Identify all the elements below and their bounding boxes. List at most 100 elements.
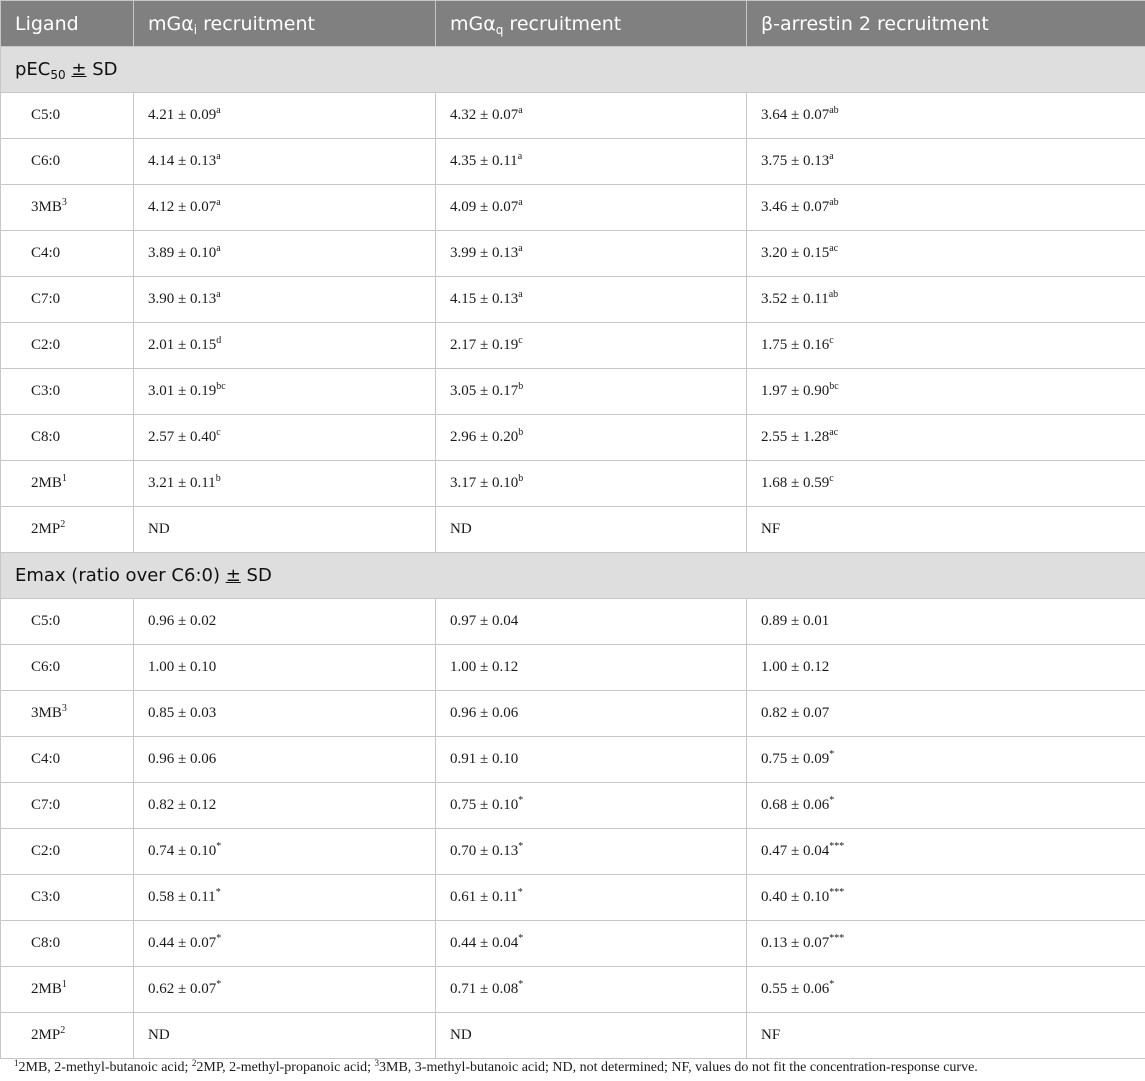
- cell-ligand: C6:0: [0, 644, 134, 691]
- table-row: 2MB1 0.62 ± 0.07* 0.71 ± 0.08* 0.55 ± 0.06*: [0, 966, 1145, 1013]
- cell-gaq: 3.05 ± 0.17b: [435, 368, 747, 415]
- cell-gaq: 0.44 ± 0.04*: [435, 920, 747, 967]
- cell-gai: 0.62 ± 0.07*: [133, 966, 436, 1013]
- cell-gai: 0.85 ± 0.03: [133, 690, 436, 737]
- section-pec50: pEC50 ± SD: [0, 46, 1145, 93]
- cell-gai: 1.00 ± 0.10: [133, 644, 436, 691]
- cell-gai: 3.90 ± 0.13a: [133, 276, 436, 323]
- cell-ligand: C8:0: [0, 414, 134, 461]
- cell-gai: 0.82 ± 0.12: [133, 782, 436, 829]
- table-row: 2MB1 3.21 ± 0.11b 3.17 ± 0.10b 1.68 ± 0.59c: [0, 460, 1145, 507]
- cell-ligand: 3MB3: [0, 184, 134, 231]
- cell-gaq: 0.97 ± 0.04: [435, 598, 747, 645]
- cell-ligand: C4:0: [0, 736, 134, 783]
- cell-ligand: C8:0: [0, 920, 134, 967]
- table-row: C7:0 3.90 ± 0.13a 4.15 ± 0.13a 3.52 ± 0.11a…: [0, 276, 1145, 323]
- table-row: C7:0 0.82 ± 0.12 0.75 ± 0.10* 0.68 ± 0.06*: [0, 782, 1145, 829]
- cell-barrestin: 0.40 ± 0.10***: [746, 874, 1145, 921]
- cell-gai: 4.12 ± 0.07a: [133, 184, 436, 231]
- table-footnote: 12MB, 2-methyl-butanoic acid; 22MP, 2-me…: [14, 1058, 978, 1076]
- cell-gaq: 4.15 ± 0.13a: [435, 276, 747, 323]
- cell-ligand: C5:0: [0, 598, 134, 645]
- cell-ligand: 2MP2: [0, 1012, 134, 1059]
- cell-gaq: 4.35 ± 0.11a: [435, 138, 747, 185]
- table-row: 3MB3 4.12 ± 0.07a 4.09 ± 0.07a 3.46 ± 0.07a…: [0, 184, 1145, 231]
- table-row: C6:0 1.00 ± 0.10 1.00 ± 0.12 1.00 ± 0.12: [0, 644, 1145, 691]
- cell-gai: 2.57 ± 0.40c: [133, 414, 436, 461]
- cell-barrestin: 3.52 ± 0.11ab: [746, 276, 1145, 323]
- cell-gaq: 0.71 ± 0.08*: [435, 966, 747, 1013]
- cell-gaq: ND: [435, 506, 747, 553]
- cell-gaq: 2.17 ± 0.19c: [435, 322, 747, 369]
- section-pec50-label: pEC50 ± SD: [0, 46, 1145, 93]
- cell-gaq: 1.00 ± 0.12: [435, 644, 747, 691]
- cell-gai: 4.21 ± 0.09a: [133, 92, 436, 139]
- cell-barrestin: 0.75 ± 0.09*: [746, 736, 1145, 783]
- table-row: 2MP2 ND ND NF: [0, 1012, 1145, 1059]
- cell-gaq: 3.17 ± 0.10b: [435, 460, 747, 507]
- table-row: C6:0 4.14 ± 0.13a 4.35 ± 0.11a 3.75 ± 0.13a: [0, 138, 1145, 185]
- header-row: Ligand mGαi recruitment mGαq recruitment…: [0, 0, 1145, 47]
- cell-ligand: 2MB1: [0, 966, 134, 1013]
- header-ligand: Ligand: [0, 0, 134, 47]
- cell-ligand: C6:0: [0, 138, 134, 185]
- section-emax-label: Emax (ratio over C6:0) ± SD: [0, 552, 1145, 599]
- cell-ligand: C7:0: [0, 782, 134, 829]
- table-row: C4:0 3.89 ± 0.10a 3.99 ± 0.13a 3.20 ± 0.15a…: [0, 230, 1145, 277]
- cell-gai: 3.89 ± 0.10a: [133, 230, 436, 277]
- cell-barrestin: 1.68 ± 0.59c: [746, 460, 1145, 507]
- table-row: C2:0 0.74 ± 0.10* 0.70 ± 0.13* 0.47 ± 0.04*…: [0, 828, 1145, 875]
- cell-ligand: C2:0: [0, 828, 134, 875]
- cell-ligand: 3MB3: [0, 690, 134, 737]
- cell-barrestin: 0.55 ± 0.06*: [746, 966, 1145, 1013]
- cell-gaq: 0.75 ± 0.10*: [435, 782, 747, 829]
- cell-gai: 0.96 ± 0.02: [133, 598, 436, 645]
- table-row: C2:0 2.01 ± 0.15d 2.17 ± 0.19c 1.75 ± 0.16c: [0, 322, 1145, 369]
- cell-gaq: ND: [435, 1012, 747, 1059]
- cell-ligand: C3:0: [0, 874, 134, 921]
- table-row: 3MB3 0.85 ± 0.03 0.96 ± 0.06 0.82 ± 0.07: [0, 690, 1145, 737]
- cell-ligand: C5:0: [0, 92, 134, 139]
- table-row: C8:0 2.57 ± 0.40c 2.96 ± 0.20b 2.55 ± 1.28a…: [0, 414, 1145, 461]
- table-row: C3:0 0.58 ± 0.11* 0.61 ± 0.11* 0.40 ± 0.10*…: [0, 874, 1145, 921]
- cell-barrestin: 2.55 ± 1.28ac: [746, 414, 1145, 461]
- header-barrestin: β-arrestin 2 recruitment: [746, 0, 1145, 47]
- cell-barrestin: 3.64 ± 0.07ab: [746, 92, 1145, 139]
- cell-gaq: 3.99 ± 0.13a: [435, 230, 747, 277]
- cell-ligand: 2MP2: [0, 506, 134, 553]
- cell-gaq: 4.09 ± 0.07a: [435, 184, 747, 231]
- table-row: C3:0 3.01 ± 0.19bc 3.05 ± 0.17b 1.97 ± 0.90…: [0, 368, 1145, 415]
- cell-gai: ND: [133, 506, 436, 553]
- cell-gai: 0.58 ± 0.11*: [133, 874, 436, 921]
- cell-barrestin: 0.82 ± 0.07: [746, 690, 1145, 737]
- table-row: C4:0 0.96 ± 0.06 0.91 ± 0.10 0.75 ± 0.09*: [0, 736, 1145, 783]
- cell-gai: 3.21 ± 0.11b: [133, 460, 436, 507]
- cell-ligand: C3:0: [0, 368, 134, 415]
- cell-gai: 3.01 ± 0.19bc: [133, 368, 436, 415]
- cell-gai: 2.01 ± 0.15d: [133, 322, 436, 369]
- cell-barrestin: 1.97 ± 0.90bc: [746, 368, 1145, 415]
- cell-gaq: 0.91 ± 0.10: [435, 736, 747, 783]
- table-row: C5:0 4.21 ± 0.09a 4.32 ± 0.07a 3.64 ± 0.07a…: [0, 92, 1145, 139]
- cell-gaq: 0.96 ± 0.06: [435, 690, 747, 737]
- table-row: 2MP2 ND ND NF: [0, 506, 1145, 553]
- cell-barrestin: 0.89 ± 0.01: [746, 598, 1145, 645]
- cell-gaq: 0.70 ± 0.13*: [435, 828, 747, 875]
- cell-ligand: C2:0: [0, 322, 134, 369]
- cell-gai: 4.14 ± 0.13a: [133, 138, 436, 185]
- cell-gaq: 4.32 ± 0.07a: [435, 92, 747, 139]
- cell-barrestin: 1.00 ± 0.12: [746, 644, 1145, 691]
- cell-ligand: 2MB1: [0, 460, 134, 507]
- cell-barrestin: NF: [746, 506, 1145, 553]
- cell-gaq: 0.61 ± 0.11*: [435, 874, 747, 921]
- results-table: Ligand mGαi recruitment mGαq recruitment…: [0, 0, 1145, 1059]
- header-gaq: mGαq recruitment: [435, 0, 747, 47]
- cell-barrestin: 3.75 ± 0.13a: [746, 138, 1145, 185]
- cell-barrestin: NF: [746, 1012, 1145, 1059]
- cell-barrestin: 0.13 ± 0.07***: [746, 920, 1145, 967]
- table-row: C8:0 0.44 ± 0.07* 0.44 ± 0.04* 0.13 ± 0.07*…: [0, 920, 1145, 967]
- cell-barrestin: 3.46 ± 0.07ab: [746, 184, 1145, 231]
- header-gai: mGαi recruitment: [133, 0, 436, 47]
- cell-barrestin: 1.75 ± 0.16c: [746, 322, 1145, 369]
- cell-gai: 0.96 ± 0.06: [133, 736, 436, 783]
